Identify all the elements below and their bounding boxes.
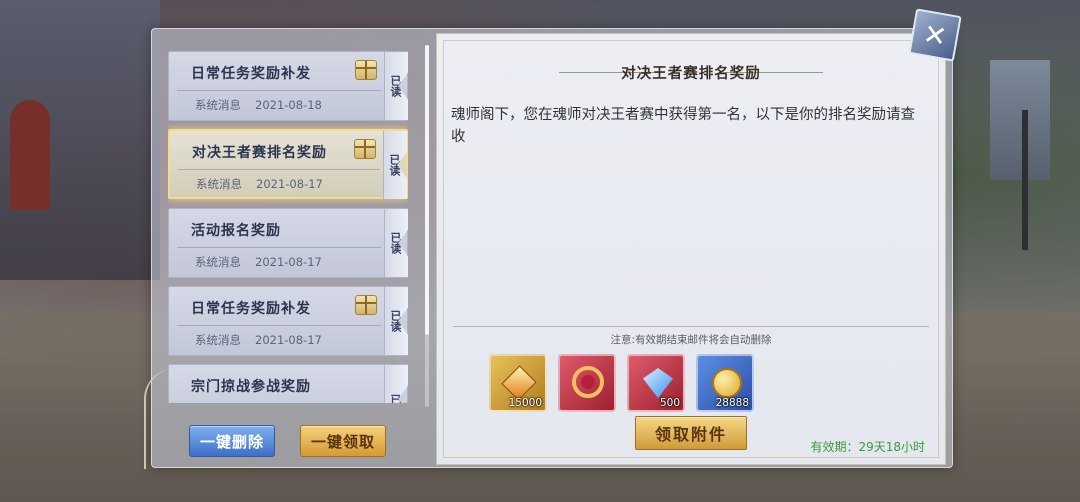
mail-meta: 系统消息 2021-08-17 xyxy=(196,176,323,192)
attachment-count: 15000 xyxy=(508,397,542,409)
gold-coins-icon[interactable]: 28888 xyxy=(696,354,754,412)
gift-icon xyxy=(355,60,377,80)
mail-divider xyxy=(177,247,381,248)
close-icon[interactable]: ✕ xyxy=(908,8,962,62)
mail-list: 日常任务奖励补发 系统消息 2021-08-18 已读 对决王者赛排名奖励 系统消… xyxy=(168,51,408,403)
mail-detail: 对决王者赛排名奖励 魂师阁下，您在魂师对决王者赛中获得第一名，以下是你的排名奖励… xyxy=(436,33,946,465)
divider xyxy=(453,326,929,327)
mail-sender: 系统消息 xyxy=(195,255,241,269)
mail-sender: 系统消息 xyxy=(195,98,241,112)
gold-gem-token-icon[interactable]: 15000 xyxy=(489,354,547,412)
validity-text: 有效期：29天18小时 xyxy=(810,440,925,454)
mail-date: 2021-08-18 xyxy=(255,98,322,112)
gift-icon xyxy=(355,295,377,315)
mail-date: 2021-08-17 xyxy=(255,333,322,347)
mail-detail-body: 魂师阁下，您在魂师对决王者赛中获得第一名，以下是你的排名奖励请查收 xyxy=(451,107,915,145)
mail-meta: 系统消息 2021-08-18 xyxy=(195,97,322,113)
background-tower xyxy=(990,60,1050,180)
mail-title: 日常任务奖励补发 xyxy=(191,301,311,317)
attachment-count: 28888 xyxy=(715,397,749,409)
mail-divider xyxy=(177,325,381,326)
mail-meta: 系统消息 2021-08-17 xyxy=(195,332,322,348)
mail-date: 2021-08-17 xyxy=(256,177,323,191)
mail-list-scrollbar[interactable] xyxy=(425,45,429,407)
ruby-ring-icon[interactable] xyxy=(558,354,616,412)
claim-all-button[interactable]: 一键领取 xyxy=(300,425,386,457)
mail-divider xyxy=(177,90,381,91)
mail-item-selected[interactable]: 对决王者赛排名奖励 系统消息 2021-08-17 已读 xyxy=(168,129,408,199)
mail-detail-title: 对决王者赛排名奖励 xyxy=(621,66,761,82)
mail-sender: 系统消息 xyxy=(196,177,242,191)
expiry-note: 注意:有效期结束邮件将会自动删除 xyxy=(610,334,772,346)
mail-divider xyxy=(178,169,380,170)
read-status-tag: 已读 xyxy=(383,131,407,199)
attachment-count: 500 xyxy=(659,397,680,409)
mail-item[interactable]: 活动报名奖励 系统消息 2021-08-17 已读 xyxy=(168,208,408,278)
background-lamp-post xyxy=(1022,110,1028,250)
mail-item[interactable]: 宗门掠战参战奖励 已 xyxy=(168,364,408,403)
mail-title: 日常任务奖励补发 xyxy=(191,66,311,82)
mail-item[interactable]: 日常任务奖励补发 系统消息 2021-08-17 已读 xyxy=(168,286,408,356)
mail-item[interactable]: 日常任务奖励补发 系统消息 2021-08-18 已读 xyxy=(168,51,408,121)
scrollbar-thumb[interactable] xyxy=(425,45,429,335)
mail-date: 2021-08-17 xyxy=(255,255,322,269)
mail-sender: 系统消息 xyxy=(195,333,241,347)
read-status-tag: 已读 xyxy=(384,52,408,120)
read-status-tag: 已读 xyxy=(384,209,408,277)
mail-title: 活动报名奖励 xyxy=(191,223,281,239)
claim-attachment-button[interactable]: 领取附件 xyxy=(635,416,747,450)
mail-meta: 系统消息 2021-08-17 xyxy=(195,254,322,270)
read-status-tag: 已读 xyxy=(384,287,408,355)
mail-title: 对决王者赛排名奖励 xyxy=(192,145,327,161)
background-castle xyxy=(0,0,160,280)
mail-title: 宗门掠战参战奖励 xyxy=(191,379,311,395)
gift-icon xyxy=(354,139,376,159)
read-status-tag: 已 xyxy=(384,365,408,403)
blue-diamond-icon[interactable]: 500 xyxy=(627,354,685,412)
background-arch xyxy=(10,100,50,210)
mail-panel: 日常任务奖励补发 系统消息 2021-08-18 已读 对决王者赛排名奖励 系统消… xyxy=(144,28,953,469)
ornament-decoration xyxy=(144,369,184,469)
delete-all-button[interactable]: 一键删除 xyxy=(189,425,275,457)
